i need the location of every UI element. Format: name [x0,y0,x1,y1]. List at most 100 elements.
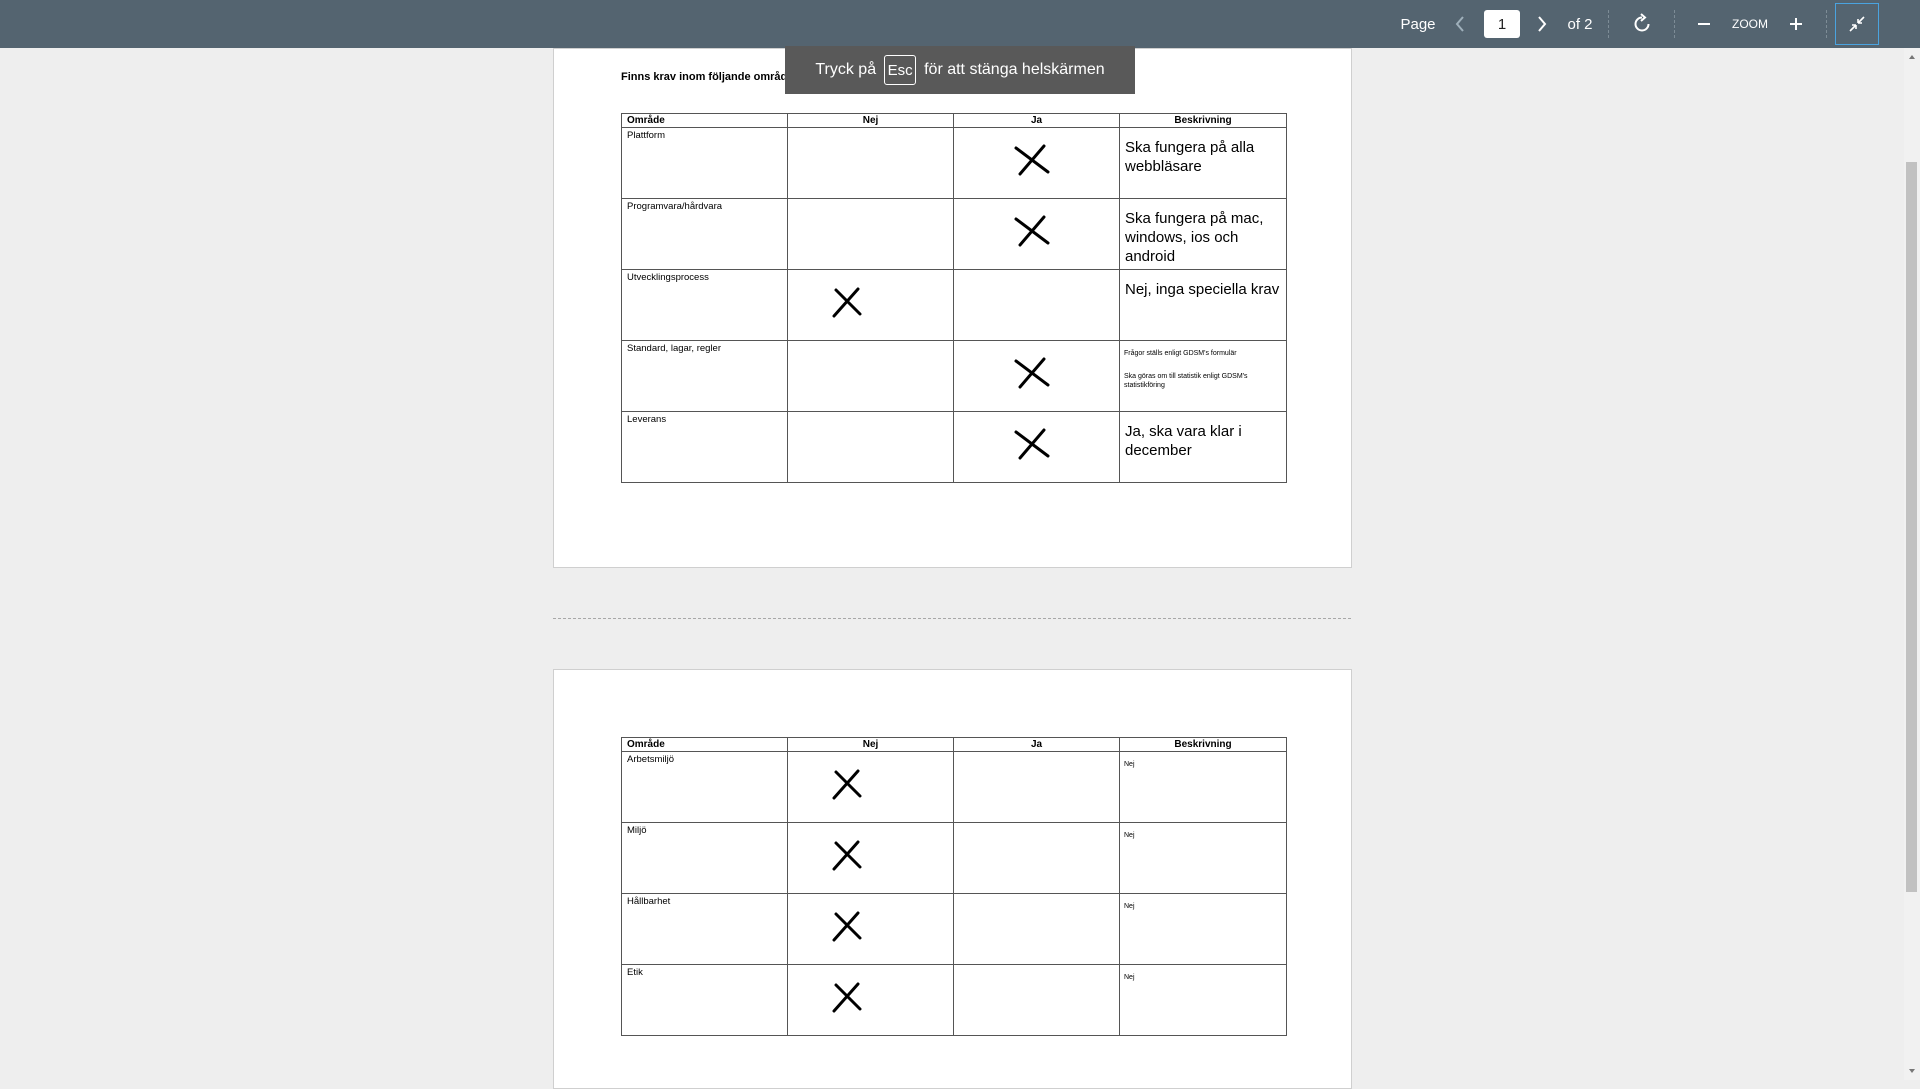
description-cell: Nej, inga speciella krav [1119,269,1287,341]
ja-cell [953,198,1120,270]
area-cell: Etik [621,964,788,1036]
pdf-toolbar: Page of 2 ZOOM [0,0,1920,48]
handwritten-x-mark-icon [1014,215,1050,247]
previous-page-button[interactable] [1448,0,1472,48]
area-label: Etik [627,967,643,978]
handwritten-x-mark-icon [1014,428,1050,460]
page-divider [553,618,1351,619]
description-text: webbläsare [1125,158,1202,175]
ja-cell [953,269,1120,341]
handwritten-x-mark-icon [832,769,862,800]
handwritten-x-mark-icon [832,287,862,318]
area-cell: Arbetsmiljö [621,751,788,823]
description-text: android [1125,248,1176,265]
area-label: Standard, lagar, regler [627,343,722,354]
toolbar-separator [1826,10,1828,38]
table-row: Standard, lagar, regler Frågor ställs enl… [621,340,1287,412]
ja-cell [953,340,1120,412]
area-cell: Standard, lagar, regler [621,340,788,412]
description-text: Frågor ställs enligt GDSM's formulär [1124,350,1237,357]
fullscreen-notice: Tryck på Esc för att stänga helskärmen [785,46,1135,94]
scroll-up-arrow-icon[interactable] [1904,50,1920,64]
area-cell: Leverans [621,411,788,483]
zoom-in-button[interactable] [1782,0,1810,48]
description-cell: Ska fungera på alla webbläsare [1119,127,1287,199]
rotate-button[interactable] [1626,0,1658,48]
table-row: Utvecklingsprocess Nej, inga speciella kr… [621,269,1287,341]
area-label: Hållbarhet [627,896,671,907]
ja-cell [953,893,1120,965]
nej-cell [787,751,954,823]
area-label: Leverans [627,414,667,425]
nej-cell [787,269,954,341]
zoom-out-button[interactable] [1690,0,1718,48]
exit-fullscreen-button[interactable] [1835,3,1879,45]
nej-cell [787,411,954,483]
description-text: Nej, inga speciella krav [1125,281,1280,298]
table-row: Programvara/hårdvara Ska fungera på mac, w… [621,198,1287,270]
minus-icon [1698,23,1710,25]
requirements-table-2: Område Nej Ja Beskrivning Arbetsmiljö Nej… [621,737,1287,1036]
esc-key-badge: Esc [884,55,917,85]
page-label: Page [1400,15,1436,33]
ja-cell [953,411,1120,483]
area-label: Programvara/hårdvara [627,201,723,212]
header-beskrivning: Beskrivning [1119,737,1287,752]
area-cell: Utvecklingsprocess [621,269,788,341]
header-nej: Nej [787,113,954,128]
description-text: Nej [1124,974,1135,981]
area-label: Miljö [627,825,647,836]
chevron-left-icon [1455,16,1464,32]
nej-cell [787,127,954,199]
ja-cell [953,822,1120,894]
notice-suffix: för att stänga helskärmen [924,61,1105,78]
header-ja: Ja [953,737,1120,752]
question-heading: Finns krav inom följande områden?" [621,71,813,83]
notice-prefix: Tryck på [815,61,877,78]
handwritten-x-mark-icon [1014,357,1050,389]
toolbar-separator [1674,10,1676,38]
description-cell: Nej [1119,964,1287,1036]
description-text: Nej [1124,761,1135,768]
description-text: Nej [1124,832,1135,839]
ja-cell [953,964,1120,1036]
scroll-down-arrow-icon[interactable] [1904,1064,1920,1078]
table-row: Leverans Ja, ska vara klar i december [621,411,1287,483]
scrollbar-thumb[interactable] [1906,162,1917,892]
table-row: Plattform Ska fungera på alla webbläsare [621,127,1287,199]
description-cell: Frågor ställs enligt GDSM's formulär Ska … [1119,340,1287,412]
description-cell: Nej [1119,822,1287,894]
description-text: Ska fungera på alla [1125,139,1255,156]
plus-icon [1790,18,1802,30]
nej-cell [787,822,954,894]
header-beskrivning: Beskrivning [1119,113,1287,128]
description-text: Ska fungera på mac, [1125,210,1264,227]
handwritten-x-mark-icon [1014,144,1050,176]
next-page-button[interactable] [1530,0,1554,48]
handwritten-x-mark-icon [832,840,862,871]
ja-cell [953,751,1120,823]
area-label: Plattform [627,130,666,141]
table-row: Etik Nej [621,964,1287,1036]
area-cell: Miljö [621,822,788,894]
total-pages-label: of 2 [1567,15,1593,33]
description-text: Ska göras om till statistik enligt GDSM'… [1124,373,1248,389]
area-cell: Plattform [621,127,788,199]
area-cell: Programvara/hårdvara [621,198,788,270]
page-number-input[interactable] [1484,10,1520,38]
header-ja: Ja [953,113,1120,128]
toolbar-separator [1608,10,1610,38]
table-row: Hållbarhet Nej [621,893,1287,965]
handwritten-x-mark-icon [832,911,862,942]
description-cell: Ja, ska vara klar i december [1119,411,1287,483]
header-omrade: Område [621,113,788,128]
description-cell: Nej [1119,893,1287,965]
header-omrade: Område [621,737,788,752]
description-text: december [1125,442,1192,459]
zoom-label: ZOOM [1732,17,1768,31]
area-label: Utvecklingsprocess [627,272,709,283]
area-cell: Hållbarhet [621,893,788,965]
header-nej: Nej [787,737,954,752]
description-cell: Nej [1119,751,1287,823]
table-row: Miljö Nej [621,822,1287,894]
